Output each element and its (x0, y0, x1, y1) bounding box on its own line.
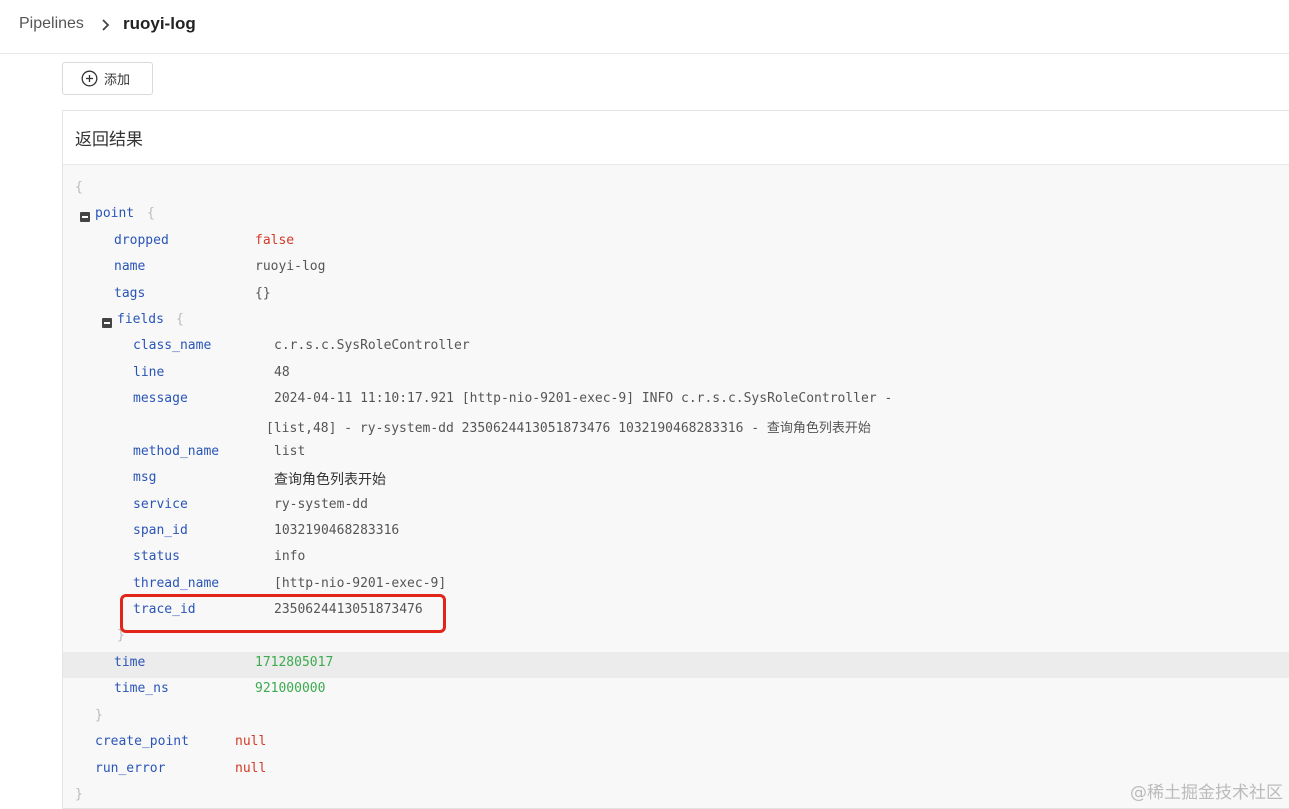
json-row: time_ns 921000000 (63, 678, 1289, 704)
json-key: service (133, 497, 188, 512)
add-button-label: 添加 (104, 73, 131, 88)
json-row: message 2024-04-11 11:10:17.921 [http-nio… (63, 388, 1289, 414)
breadcrumb: Pipelines ruoyi-log (0, 0, 1289, 54)
json-row: run_error null (63, 758, 1289, 784)
result-panel-header: 返回结果 (63, 111, 1289, 165)
json-key: thread_name (133, 576, 220, 591)
breadcrumb-current: ruoyi-log (123, 14, 196, 33)
json-value: 1712805017 (255, 655, 334, 670)
json-row: dropped false (63, 230, 1289, 256)
json-key: time_ns (114, 681, 169, 696)
json-viewer: { point { dropped false name ruoyi-log tag… (63, 165, 1289, 808)
json-brace: { (75, 180, 83, 195)
json-key: point (95, 206, 135, 221)
json-row-point: point { (63, 203, 1289, 229)
json-brace: } (117, 628, 125, 643)
json-key: create_point (95, 734, 189, 749)
json-value: 921000000 (255, 681, 326, 696)
json-row: method_name list (63, 441, 1289, 467)
json-row: service ry-system-dd (63, 494, 1289, 520)
json-row-fields: fields { (63, 309, 1289, 335)
json-value: [http-nio-9201-exec-9] (274, 576, 447, 591)
json-key: dropped (114, 233, 169, 248)
json-value: info (274, 549, 306, 564)
json-value: 查询角色列表开始 (274, 472, 386, 488)
json-key: message (133, 391, 188, 406)
json-value: [list,48] - ry-system-dd 235062441305187… (266, 421, 871, 436)
json-key: time (114, 655, 146, 670)
json-row: status info (63, 546, 1289, 572)
chevron-right-icon (102, 19, 110, 31)
result-panel: 返回结果 { point { dropped false name ruoyi-lo… (62, 110, 1289, 809)
json-brace: { (176, 312, 184, 327)
json-value: ruoyi-log (255, 259, 326, 274)
json-row: [list,48] - ry-system-dd 235062441305187… (63, 414, 1289, 440)
add-button[interactable]: 添加 (62, 62, 153, 95)
json-value: false (255, 233, 295, 248)
collapse-fields-icon[interactable] (102, 318, 112, 328)
json-key: span_id (133, 523, 188, 538)
json-key: method_name (133, 444, 220, 459)
json-row: } (63, 705, 1289, 731)
json-value: 48 (274, 365, 290, 380)
json-row: span_id 1032190468283316 (63, 520, 1289, 546)
json-row: } (63, 625, 1289, 651)
json-row: thread_name [http-nio-9201-exec-9] (63, 573, 1289, 599)
json-value: null (235, 734, 267, 749)
json-row: time 1712805017 (63, 652, 1289, 678)
json-row: class_name c.r.s.c.SysRoleController (63, 335, 1289, 361)
result-panel-title: 返回结果 (75, 130, 143, 150)
json-key: tags (114, 286, 146, 301)
json-row: create_point null (63, 731, 1289, 757)
json-value: 2350624413051873476 (274, 602, 423, 617)
json-key: class_name (133, 338, 212, 353)
json-key: run_error (95, 761, 166, 776)
json-row: { (63, 177, 1289, 203)
json-brace: { (147, 206, 155, 221)
json-row: name ruoyi-log (63, 256, 1289, 282)
json-key: line (133, 365, 165, 380)
plus-circle-icon (81, 70, 98, 87)
json-key: name (114, 259, 146, 274)
json-brace: } (75, 787, 83, 802)
json-value: 2024-04-11 11:10:17.921 [http-nio-9201-e… (274, 391, 893, 406)
json-value: list (274, 444, 306, 459)
json-value: {} (255, 286, 271, 301)
json-row: trace_id 2350624413051873476 (63, 599, 1289, 625)
json-value: 1032190468283316 (274, 523, 400, 538)
json-value: null (235, 761, 267, 776)
json-key: msg (133, 470, 157, 485)
json-key: fields (117, 312, 164, 327)
breadcrumb-pipelines-link[interactable]: Pipelines (19, 15, 84, 33)
json-row: tags {} (63, 283, 1289, 309)
watermark: @稀土掘金技术社区 (1130, 783, 1283, 803)
json-value: ry-system-dd (274, 497, 368, 512)
json-row: line 48 (63, 362, 1289, 388)
json-value: c.r.s.c.SysRoleController (274, 338, 470, 353)
json-row: } (63, 784, 1289, 808)
json-row: msg 查询角色列表开始 (63, 467, 1289, 493)
json-brace: } (95, 708, 103, 723)
json-key: trace_id (133, 602, 196, 617)
collapse-point-icon[interactable] (80, 212, 90, 222)
json-key: status (133, 549, 180, 564)
